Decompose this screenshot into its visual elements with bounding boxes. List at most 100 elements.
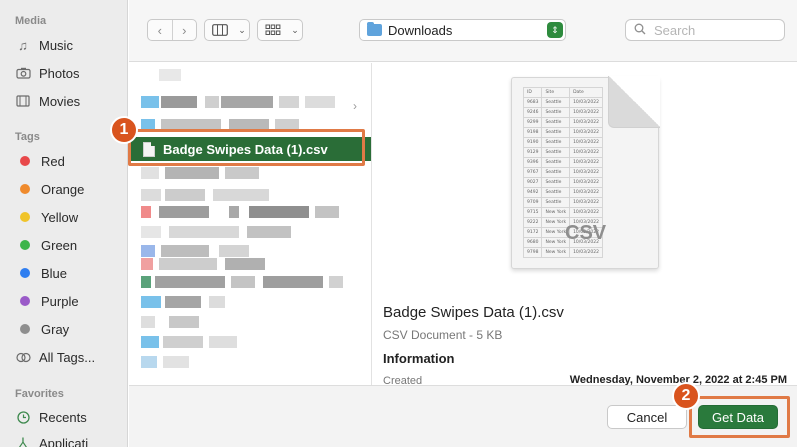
thumbnail-cell: 10/03/2022 <box>569 137 603 148</box>
film-icon <box>14 94 32 108</box>
sidebar: Media ♫ Music Photos Movies Tags Red Ora… <box>0 0 128 447</box>
sidebar-item-music[interactable]: ♫ Music <box>14 34 124 56</box>
search-input[interactable]: Search <box>625 19 785 41</box>
list-item[interactable] <box>129 226 371 240</box>
thumbnail-cell: 9246 <box>522 107 543 118</box>
all-tags-icon <box>14 350 32 364</box>
tag-dot-icon <box>20 212 30 222</box>
sidebar-item-applications[interactable]: ⅄ Applicati <box>14 432 124 447</box>
thumbnail-cell: New York <box>541 207 571 218</box>
list-item[interactable] <box>129 296 371 310</box>
thumbnail-cell: 9680 <box>522 237 543 248</box>
preview-file-kind: CSV Document - 5 KB <box>383 328 503 342</box>
file-list[interactable]: › Badge Swipes Data (1).csv <box>129 63 372 385</box>
thumbnail-cell: 9129 <box>522 147 543 158</box>
thumbnail-cell: 9198 <box>522 127 543 138</box>
list-item[interactable] <box>129 167 371 181</box>
sidebar-item-recents[interactable]: Recents <box>14 406 124 428</box>
sidebar-tag-green[interactable]: Green <box>14 234 124 256</box>
sidebar-item-label: Gray <box>41 321 70 337</box>
csv-badge: CSV <box>565 222 607 244</box>
thumbnail-cell: 10/03/2022 <box>569 167 603 178</box>
created-label: Created <box>383 375 423 385</box>
thumbnail-cell: 9492 <box>522 187 543 198</box>
preview-pane: ID Site Date 9683 Seattle 10/03/2022 9246 S… <box>373 63 797 385</box>
applications-icon: ⅄ <box>19 435 27 447</box>
thumbnail-cell: Seattle <box>541 177 571 188</box>
thumbnail-row: 9299 Seattle 10/03/2022 <box>522 117 603 128</box>
list-item[interactable] <box>129 336 371 350</box>
thumbnail-cell: 9396 <box>522 157 543 168</box>
toolbar: ‹ › ⌄ ⌄ Downloads ⇕ Search <box>129 0 797 62</box>
columns-icon <box>205 20 235 40</box>
thumbnail-cell: 9715 <box>522 207 543 218</box>
thumbnail-row: 9683 Seattle 10/03/2022 <box>522 97 603 108</box>
sidebar-item-label: Applicati <box>39 435 89 447</box>
column-view-button[interactable]: ⌄ <box>204 19 250 41</box>
sidebar-item-label: Yellow <box>41 209 79 225</box>
thumbnail-cell: 10/03/2022 <box>569 157 603 168</box>
list-item[interactable] <box>129 276 371 290</box>
thumbnail-cell: Date <box>569 87 603 98</box>
thumbnail-cell: 10/03/2022 <box>569 187 603 198</box>
sidebar-item-label: All Tags... <box>39 349 96 365</box>
sidebar-tag-red[interactable]: Red <box>14 150 124 172</box>
list-item[interactable] <box>129 316 371 330</box>
thumbnail-cell: Seattle <box>541 147 571 158</box>
list-item[interactable] <box>129 189 371 203</box>
back-button[interactable]: ‹ <box>148 20 172 40</box>
nav-buttons: ‹ › <box>147 19 197 41</box>
step2-badge: 2 <box>672 382 700 410</box>
sidebar-item-photos[interactable]: Photos <box>14 62 124 84</box>
thumbnail-cell: 10/03/2022 <box>569 117 603 128</box>
thumbnail-cell: 9027 <box>522 177 543 188</box>
chevron-down-icon: ⌄ <box>238 24 246 35</box>
clock-icon <box>14 410 32 424</box>
list-item[interactable] <box>129 356 371 370</box>
chevron-right-icon: › <box>182 22 187 38</box>
sidebar-item-label: Blue <box>41 265 68 281</box>
chevron-right-icon: › <box>353 99 357 113</box>
preview-file-name: Badge Swipes Data (1).csv <box>383 304 564 321</box>
list-item[interactable] <box>129 96 371 110</box>
sidebar-item-label: Photos <box>39 65 80 81</box>
sidebar-item-label: Green <box>41 237 78 253</box>
tag-dot-icon <box>20 240 30 250</box>
sidebar-tag-purple[interactable]: Purple <box>14 290 124 312</box>
thumbnail-cell: 10/03/2022 <box>569 197 603 208</box>
tag-dot-icon <box>20 184 30 194</box>
tag-dot-icon <box>20 268 30 278</box>
location-popup[interactable]: Downloads ⇕ <box>359 19 566 41</box>
thumbnail-cell: Seattle <box>541 187 571 198</box>
sidebar-tag-yellow[interactable]: Yellow <box>14 206 124 228</box>
sidebar-item-label: Purple <box>41 293 79 309</box>
thumbnail-cell: 9683 <box>522 97 543 108</box>
sidebar-all-tags[interactable]: All Tags... <box>14 346 124 368</box>
group-button[interactable]: ⌄ <box>257 19 303 41</box>
thumbnail-row: 9027 Seattle 10/03/2022 <box>522 177 603 188</box>
tag-dot-icon <box>20 324 30 334</box>
thumbnail-cell: Seattle <box>541 197 571 208</box>
sidebar-tag-gray[interactable]: Gray <box>14 318 124 340</box>
list-item[interactable] <box>129 206 371 220</box>
sidebar-item-movies[interactable]: Movies <box>14 90 124 112</box>
sidebar-favorites-header: Favorites <box>15 388 64 400</box>
sidebar-tag-orange[interactable]: Orange <box>14 178 124 200</box>
thumbnail-cell: 9709 <box>522 197 543 208</box>
thumbnail-row: 9246 Seattle 10/03/2022 <box>522 107 603 118</box>
list-item[interactable] <box>129 69 371 83</box>
tag-dot-icon <box>20 156 30 166</box>
step1-badge: 1 <box>110 116 138 144</box>
cancel-button[interactable]: Cancel <box>607 405 687 429</box>
thumbnail-cell: 10/03/2022 <box>569 207 603 218</box>
thumbnail-cell: 9767 <box>522 167 543 178</box>
list-item[interactable] <box>129 258 371 272</box>
thumbnail-cell: Seattle <box>541 127 571 138</box>
sidebar-tag-blue[interactable]: Blue <box>14 262 124 284</box>
forward-button[interactable]: › <box>173 20 197 40</box>
folder-icon <box>367 22 382 36</box>
list-item[interactable] <box>129 245 371 259</box>
search-icon <box>634 23 646 38</box>
thumbnail-cell: Seattle <box>541 167 571 178</box>
search-placeholder: Search <box>654 22 696 38</box>
